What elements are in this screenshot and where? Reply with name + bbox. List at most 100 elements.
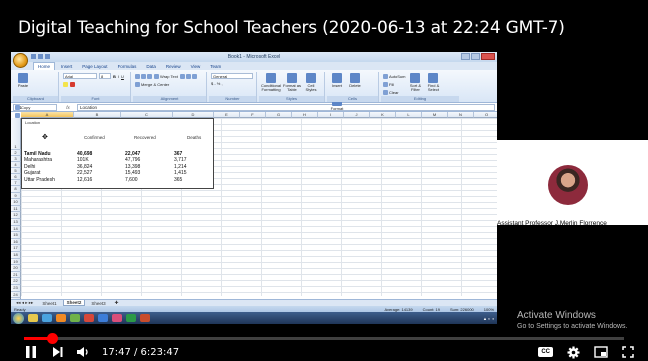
row-header[interactable]: 21 bbox=[11, 271, 21, 279]
value-cell[interactable]: 367 bbox=[174, 151, 182, 157]
value-cell[interactable]: 12,616 bbox=[77, 177, 92, 183]
sheet-tab-1[interactable]: Sheet1 bbox=[39, 301, 59, 306]
tab-data[interactable]: Data bbox=[142, 63, 160, 70]
number-format-select[interactable]: General bbox=[211, 73, 253, 79]
tab-page-layout[interactable]: Page Layout bbox=[78, 63, 111, 70]
miniplayer-button[interactable] bbox=[594, 343, 608, 361]
taskbar-app-icon[interactable] bbox=[126, 314, 136, 322]
save-icon[interactable] bbox=[31, 54, 36, 59]
tab-review[interactable]: Review bbox=[162, 63, 185, 70]
font-size-select[interactable]: 8 bbox=[99, 73, 111, 79]
value-cell[interactable]: 22,527 bbox=[77, 170, 92, 176]
column-header[interactable]: K bbox=[370, 112, 396, 118]
value-cell[interactable]: 101K bbox=[77, 157, 89, 163]
column-header[interactable]: F bbox=[240, 112, 266, 118]
wrap-text-button[interactable]: Wrap Text bbox=[154, 73, 178, 80]
underline-button[interactable]: U bbox=[121, 73, 124, 80]
taskbar-app-icon[interactable] bbox=[98, 314, 108, 322]
row-header[interactable]: 22 bbox=[11, 278, 21, 285]
taskbar-app-icon[interactable] bbox=[70, 314, 80, 322]
merge-center-button[interactable]: Merge & Center bbox=[135, 81, 169, 88]
delete-cells-button[interactable]: Delete bbox=[347, 73, 363, 95]
settings-button[interactable] bbox=[567, 343, 580, 361]
fx-icon[interactable]: fx bbox=[59, 105, 77, 110]
value-cell[interactable]: 47,796 bbox=[125, 157, 140, 163]
row-header[interactable]: 11 bbox=[11, 205, 21, 213]
location-cell[interactable]: Maharashtra bbox=[24, 157, 52, 163]
value-cell[interactable]: 15,493 bbox=[125, 170, 140, 176]
copy-button[interactable]: Copy bbox=[15, 104, 47, 111]
insert-cells-button[interactable]: Insert bbox=[329, 73, 345, 95]
autosum-button[interactable]: AutoSum bbox=[383, 73, 405, 80]
column-header[interactable]: L bbox=[396, 112, 422, 118]
volume-button[interactable] bbox=[76, 343, 90, 361]
row-header[interactable]: 19 bbox=[11, 258, 21, 266]
column-header[interactable]: N bbox=[448, 112, 474, 118]
column-header[interactable]: H bbox=[292, 112, 318, 118]
italic-button[interactable]: I bbox=[118, 73, 119, 80]
next-button[interactable] bbox=[52, 343, 64, 361]
taskbar-app-icon[interactable] bbox=[28, 314, 38, 322]
tab-home[interactable]: Home bbox=[33, 62, 56, 70]
taskbar-app-icon[interactable] bbox=[84, 314, 94, 322]
sort-filter-button[interactable]: Sort & Filter bbox=[407, 73, 423, 95]
taskbar-app-icon[interactable] bbox=[42, 314, 52, 322]
location-cell[interactable]: Gujarat bbox=[24, 170, 40, 176]
value-cell[interactable]: 365 bbox=[174, 177, 182, 183]
row-header[interactable]: 10 bbox=[11, 199, 21, 206]
currency-button[interactable]: $ - % , bbox=[211, 80, 223, 87]
value-cell[interactable]: 13,398 bbox=[125, 164, 140, 170]
value-cell[interactable]: 3,717 bbox=[174, 157, 187, 163]
row-header[interactable]: 1 bbox=[11, 118, 21, 150]
row-header[interactable]: 9 bbox=[11, 192, 21, 200]
value-cell[interactable]: 7,600 bbox=[125, 177, 138, 183]
maximize-icon[interactable] bbox=[471, 53, 480, 60]
minimize-icon[interactable] bbox=[461, 53, 470, 60]
column-header[interactable]: C bbox=[121, 112, 173, 118]
row-header[interactable]: 15 bbox=[11, 232, 21, 239]
progress-bar[interactable] bbox=[24, 333, 624, 344]
tab-view[interactable]: View bbox=[187, 63, 205, 70]
start-button-icon[interactable] bbox=[13, 312, 24, 324]
redo-icon[interactable] bbox=[45, 54, 50, 59]
cell-styles-button[interactable]: Cell Styles bbox=[303, 73, 319, 95]
worksheet-grid[interactable]: Location ✥ Confirmed Recovered Deaths Ta… bbox=[11, 112, 497, 305]
data-table[interactable]: Location ✥ Confirmed Recovered Deaths Ta… bbox=[21, 118, 214, 189]
value-cell[interactable]: 36,824 bbox=[77, 164, 92, 170]
fullscreen-button[interactable] bbox=[622, 343, 634, 361]
format-as-table-button[interactable]: Format as Table bbox=[283, 73, 301, 95]
value-cell[interactable]: 40,698 bbox=[77, 151, 92, 157]
taskbar-app-icon[interactable] bbox=[140, 314, 150, 322]
sheet-tab-3[interactable]: Sheet3 bbox=[88, 301, 108, 306]
taskbar-app-icon[interactable] bbox=[112, 314, 122, 322]
value-cell[interactable]: 22,047 bbox=[125, 151, 140, 157]
column-header[interactable]: G bbox=[266, 112, 292, 118]
conditional-formatting-button[interactable]: Conditional Formatting bbox=[261, 73, 281, 95]
column-header[interactable]: M bbox=[422, 112, 448, 118]
tab-team[interactable]: Team bbox=[206, 63, 225, 70]
row-header[interactable]: 16 bbox=[11, 238, 21, 246]
row-header[interactable]: 24 bbox=[11, 291, 21, 299]
zoom-level[interactable]: 100% bbox=[484, 307, 494, 312]
align-left-button[interactable] bbox=[179, 73, 197, 80]
column-header[interactable]: E bbox=[214, 112, 240, 118]
tab-insert[interactable]: Insert bbox=[57, 63, 76, 70]
value-cell[interactable]: 1,214 bbox=[174, 164, 187, 170]
row-header[interactable]: 8 bbox=[11, 186, 21, 193]
column-header[interactable]: A bbox=[21, 112, 74, 118]
tab-formulas[interactable]: Formulas bbox=[114, 63, 141, 70]
formula-input[interactable]: Location bbox=[77, 103, 495, 111]
paste-button[interactable]: Paste bbox=[15, 73, 31, 95]
fill-color-button[interactable] bbox=[63, 81, 68, 88]
undo-icon[interactable] bbox=[38, 54, 43, 59]
close-icon[interactable] bbox=[481, 53, 495, 60]
location-cell[interactable]: Tamil Nadu bbox=[24, 151, 51, 157]
value-cell[interactable]: 1,415 bbox=[174, 170, 187, 176]
captions-button[interactable]: CC bbox=[538, 343, 553, 361]
clear-button[interactable]: Clear bbox=[383, 89, 405, 96]
office-button-icon[interactable] bbox=[13, 53, 28, 68]
row-header[interactable]: 18 bbox=[11, 252, 21, 259]
align-top-button[interactable] bbox=[135, 73, 152, 80]
fill-button[interactable]: Fill bbox=[383, 81, 405, 88]
row-header[interactable]: 12 bbox=[11, 212, 21, 219]
